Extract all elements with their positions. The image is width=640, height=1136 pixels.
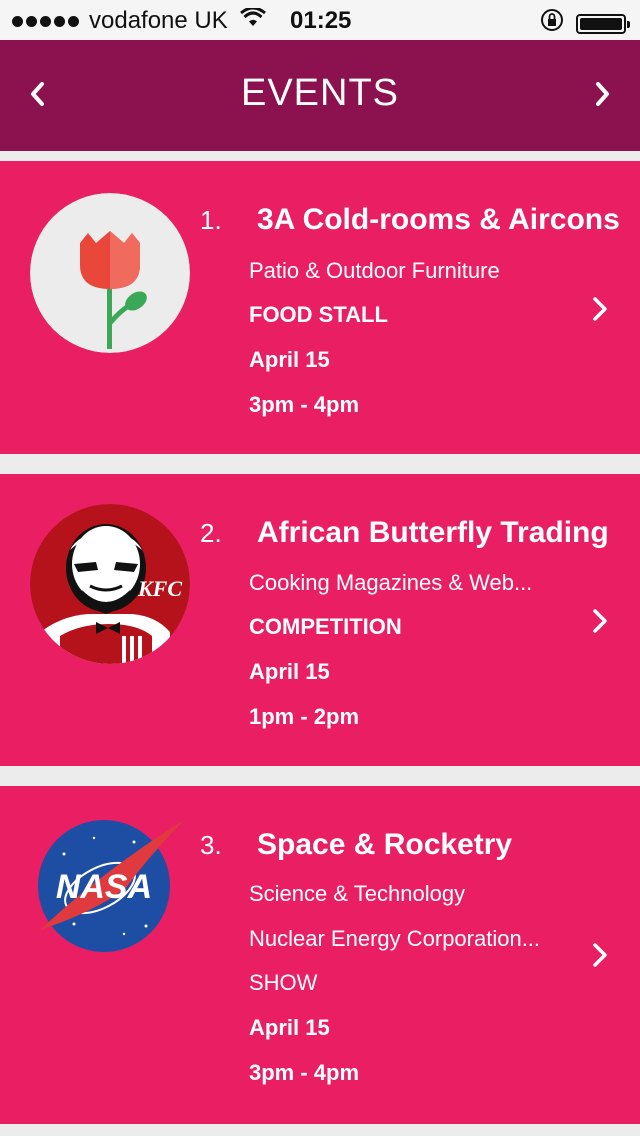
orientation-lock-icon bbox=[540, 8, 564, 39]
event-title: Space & Rocketry bbox=[257, 828, 513, 861]
event-card[interactable]: NASA 3. Space & Rocketry Science & Techn… bbox=[0, 786, 640, 1124]
event-number: 2. bbox=[200, 518, 222, 548]
event-number: 1. bbox=[200, 205, 222, 235]
signal-strength-icon bbox=[12, 15, 79, 27]
event-type: FOOD STALL bbox=[249, 302, 388, 327]
event-number: 3. bbox=[200, 830, 222, 860]
logo-text: NASA bbox=[56, 868, 152, 906]
event-time: 3pm - 4pm bbox=[249, 1060, 360, 1085]
event-type: COMPETITION bbox=[249, 614, 402, 639]
event-time: 1pm - 2pm bbox=[249, 704, 360, 729]
chevron-right-icon bbox=[596, 82, 609, 106]
open-event-button[interactable] bbox=[584, 939, 616, 971]
chevron-right-icon bbox=[593, 943, 607, 967]
logo-text: KFC bbox=[137, 576, 182, 601]
event-company: Nuclear Energy Corporation... bbox=[249, 926, 541, 951]
event-title: African Butterfly Trading bbox=[257, 516, 609, 549]
event-category: Patio & Outdoor Furniture bbox=[249, 258, 500, 283]
event-category: Cooking Magazines & Web... bbox=[249, 570, 533, 595]
event-title: 3A Cold-rooms & Aircons bbox=[257, 203, 620, 236]
next-button[interactable] bbox=[580, 72, 624, 116]
event-type: SHOW bbox=[249, 970, 318, 995]
top-navigation-bar: EVENTS bbox=[0, 40, 640, 151]
event-card[interactable]: KFC 2. African Butterfly Trading Cooking… bbox=[0, 474, 640, 766]
clock: 01:25 bbox=[290, 7, 352, 34]
event-category: Science & Technology bbox=[249, 881, 466, 906]
kfc-logo: KFC bbox=[30, 504, 190, 664]
page-title: EVENTS bbox=[240, 72, 400, 114]
event-date: April 15 bbox=[249, 1015, 330, 1040]
open-event-button[interactable] bbox=[584, 605, 616, 637]
status-bar: vodafone UK 01:25 bbox=[0, 0, 640, 40]
wifi-icon bbox=[239, 6, 266, 35]
battery-icon bbox=[576, 13, 630, 34]
tulip-logo bbox=[30, 193, 190, 353]
chevron-right-icon bbox=[593, 297, 607, 321]
event-card[interactable]: 1. 3A Cold-rooms & Aircons Patio & Outdo… bbox=[0, 161, 640, 454]
chevron-right-icon bbox=[593, 609, 607, 633]
event-time: 3pm - 4pm bbox=[249, 392, 360, 417]
event-date: April 15 bbox=[249, 659, 330, 684]
event-date: April 15 bbox=[249, 347, 330, 372]
nasa-logo: NASA bbox=[34, 814, 190, 970]
open-event-button[interactable] bbox=[584, 293, 616, 325]
carrier-name: vodafone UK bbox=[89, 7, 228, 34]
